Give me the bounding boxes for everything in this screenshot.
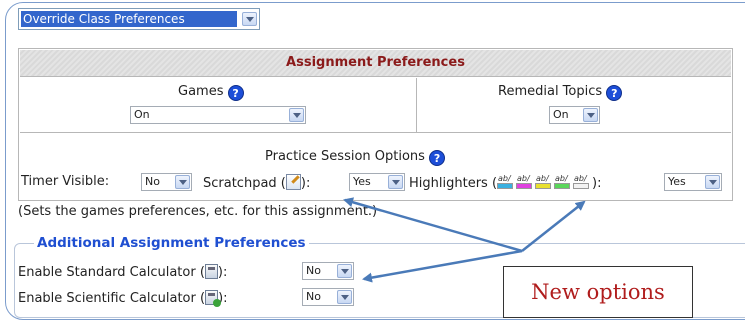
scratchpad-label-wrap: Scratchpad (): — [203, 174, 310, 191]
standard-calculator-label: Enable Standard Calculator ( — [18, 265, 205, 280]
highlighter-glyph: ab/ — [574, 174, 587, 183]
practice-session-title: Practice Session Options — [265, 149, 425, 164]
timer-visible-select[interactable]: No — [141, 173, 192, 191]
help-icon[interactable]: ? — [606, 85, 623, 101]
table-title: Assignment Preferences — [286, 55, 465, 70]
calculator-icon — [204, 264, 218, 279]
games-label-wrap: Games ? — [178, 84, 244, 101]
chevron-down-icon[interactable] — [337, 290, 352, 304]
timer-visible-label: Timer Visible: — [21, 174, 110, 189]
scientific-calculator-label-wrap: Enable Scientific Calculator (): — [18, 290, 228, 307]
highlighter-icon: ab/ — [497, 174, 514, 190]
chevron-down-icon[interactable] — [705, 175, 720, 189]
table-header: Assignment Preferences — [20, 50, 731, 77]
highlighter-glyph: ab/ — [498, 174, 511, 183]
highlighter-icons: ab/ab/ab/ab/ab/ — [497, 174, 592, 191]
highlighters-label-wrap: Highlighters (ab/ab/ab/ab/ab/): — [409, 174, 601, 191]
help-icon[interactable]: ? — [429, 150, 446, 166]
remedial-topics-label: Remedial Topics — [498, 84, 603, 99]
games-remedial-row: Games ? On Remedial Topics ? On — [20, 78, 731, 133]
highlighters-select-value: Yes — [668, 175, 686, 188]
scientific-calculator-select[interactable]: No — [302, 288, 354, 306]
games-cell: Games ? On — [20, 78, 417, 132]
highlighter-icon: ab/ — [573, 174, 590, 190]
chevron-down-icon[interactable] — [337, 264, 352, 278]
remedial-topics-select[interactable]: On — [549, 106, 600, 124]
new-options-callout: New options — [503, 266, 693, 318]
highlighter-color-swatch — [516, 183, 533, 189]
scratchpad-select-value: Yes — [353, 175, 371, 188]
highlighter-glyph: ab/ — [517, 174, 530, 183]
assignment-preferences-table: Assignment Preferences Games ? On Remedi… — [18, 48, 733, 201]
highlighter-glyph: ab/ — [536, 174, 549, 183]
standard-calculator-select[interactable]: No — [302, 262, 354, 280]
standard-calculator-suffix: ): — [217, 265, 228, 280]
chevron-down-icon[interactable] — [583, 108, 598, 122]
standard-calculator-label-wrap: Enable Standard Calculator (): — [18, 264, 227, 280]
highlighter-icon: ab/ — [554, 174, 571, 190]
practice-title-wrap: Practice Session Options ? — [265, 149, 446, 166]
override-select-value: Override Class Preferences — [21, 11, 237, 27]
highlighter-color-swatch — [554, 183, 571, 189]
highlighter-color-swatch — [535, 183, 552, 189]
highlighters-select[interactable]: Yes — [664, 173, 722, 191]
scientific-calculator-label: Enable Scientific Calculator ( — [18, 291, 206, 306]
highlighters-suffix: ): — [592, 176, 602, 191]
highlighter-color-swatch — [573, 183, 590, 189]
scientific-select-value: No — [306, 290, 321, 303]
highlighter-color-swatch — [497, 183, 514, 189]
remedial-label-wrap: Remedial Topics ? — [498, 84, 623, 101]
override-preferences-select[interactable]: Override Class Preferences — [18, 8, 260, 30]
scratchpad-select[interactable]: Yes — [349, 173, 405, 191]
chevron-down-icon[interactable] — [175, 175, 190, 189]
scratchpad-icon — [285, 174, 301, 190]
highlighter-icon: ab/ — [516, 174, 533, 190]
remedial-select-value: On — [553, 108, 569, 121]
chevron-down-icon[interactable] — [388, 175, 403, 189]
highlighters-label: Highlighters ( — [409, 176, 498, 191]
games-select-value: On — [134, 108, 150, 121]
timer-select-value: No — [145, 175, 160, 188]
chevron-down-icon[interactable] — [242, 12, 257, 26]
games-select[interactable]: On — [130, 106, 306, 124]
highlighter-glyph: ab/ — [555, 174, 568, 183]
games-label: Games — [178, 84, 224, 99]
scientific-calculator-icon — [205, 290, 222, 307]
additional-preferences-legend: Additional Assignment Preferences — [34, 235, 309, 251]
chevron-down-icon[interactable] — [289, 108, 304, 122]
assignment-note: (Sets the games preferences, etc. for th… — [18, 204, 378, 219]
scratchpad-suffix: ): — [300, 176, 311, 191]
scratchpad-label: Scratchpad ( — [203, 176, 286, 191]
remedial-topics-cell: Remedial Topics ? On — [418, 78, 731, 132]
standard-select-value: No — [306, 264, 321, 277]
help-icon[interactable]: ? — [227, 85, 244, 101]
highlighter-icon: ab/ — [535, 174, 552, 190]
